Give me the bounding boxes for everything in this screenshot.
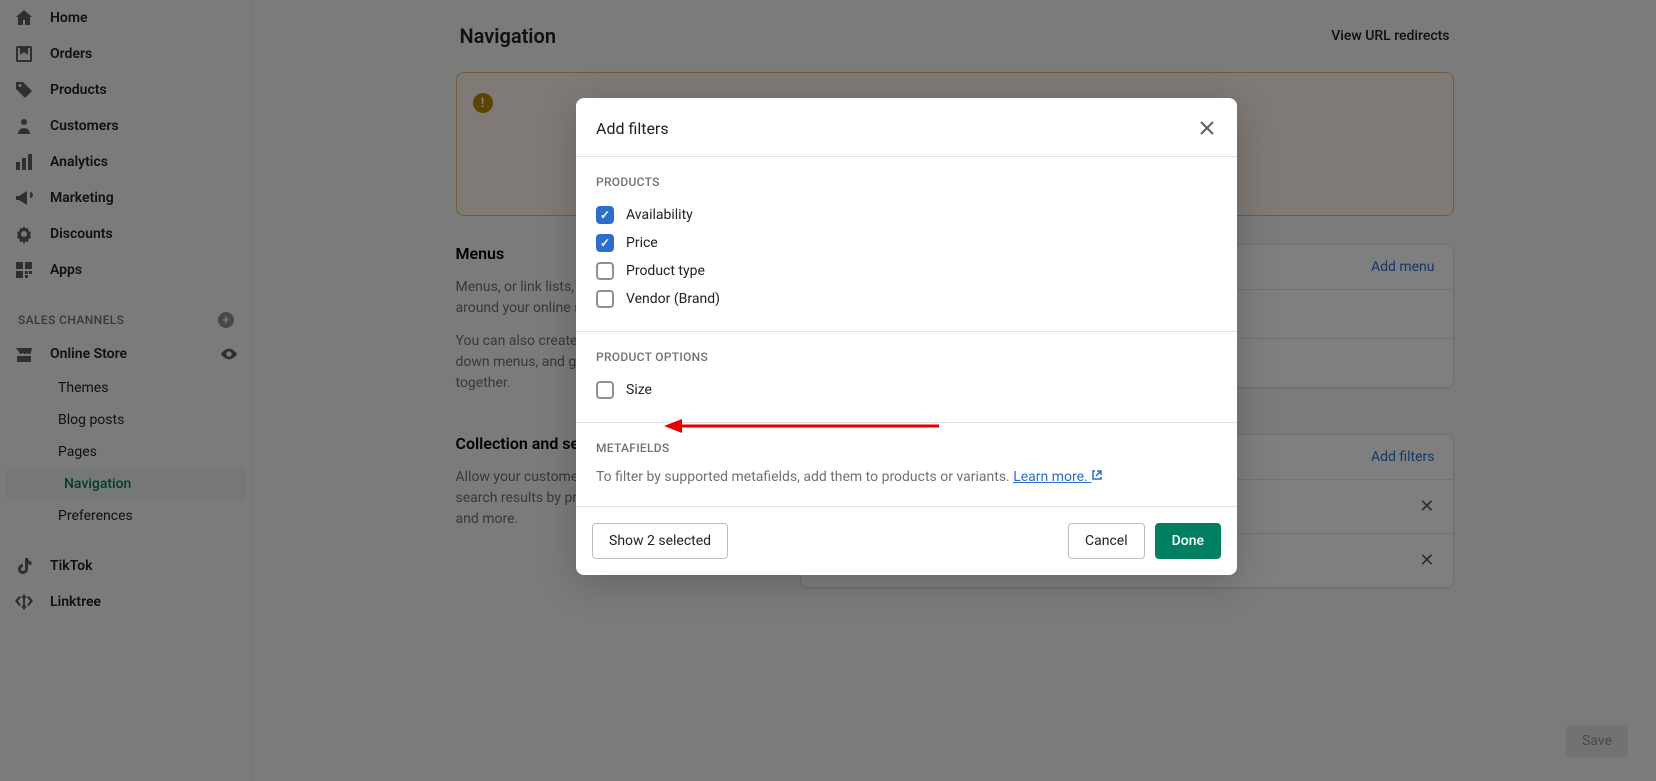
checkbox-row-product-type[interactable]: Product type [596, 257, 1217, 285]
metafields-text: To filter by supported metafields, add t… [596, 467, 1217, 488]
external-link-icon [1091, 469, 1103, 481]
modal-body: PRODUCTS Availability Price Product type… [576, 157, 1237, 506]
checkbox-label: Price [626, 235, 658, 251]
checkbox[interactable] [596, 381, 614, 399]
checkbox-row-price[interactable]: Price [596, 229, 1217, 257]
group-label: PRODUCT OPTIONS [596, 350, 1217, 364]
checkbox[interactable] [596, 206, 614, 224]
product-options-group: PRODUCT OPTIONS Size [576, 332, 1237, 423]
done-button[interactable]: Done [1155, 523, 1221, 559]
modal-title: Add filters [596, 119, 669, 138]
checkbox-label: Vendor (Brand) [626, 291, 720, 307]
cancel-button[interactable]: Cancel [1068, 523, 1145, 559]
group-label: METAFIELDS [596, 441, 1217, 455]
checkbox-label: Product type [626, 263, 705, 279]
checkbox-row-size[interactable]: Size [596, 376, 1217, 404]
add-filters-modal: Add filters PRODUCTS Availability Price … [576, 98, 1237, 575]
checkbox-label: Availability [626, 207, 693, 223]
metafields-group: METAFIELDS To filter by supported metafi… [576, 423, 1237, 506]
checkbox-row-vendor[interactable]: Vendor (Brand) [596, 285, 1217, 313]
learn-more-link[interactable]: Learn more. [1013, 469, 1103, 485]
checkbox[interactable] [596, 234, 614, 252]
checkbox-label: Size [626, 382, 652, 398]
modal-footer: Show 2 selected Cancel Done [576, 506, 1237, 575]
checkbox[interactable] [596, 290, 614, 308]
checkbox[interactable] [596, 262, 614, 280]
show-selected-button[interactable]: Show 2 selected [592, 523, 728, 559]
modal-header: Add filters [576, 98, 1237, 157]
group-label: PRODUCTS [596, 175, 1217, 189]
close-icon[interactable] [1197, 118, 1217, 138]
checkbox-row-availability[interactable]: Availability [596, 201, 1217, 229]
products-group: PRODUCTS Availability Price Product type… [576, 157, 1237, 332]
